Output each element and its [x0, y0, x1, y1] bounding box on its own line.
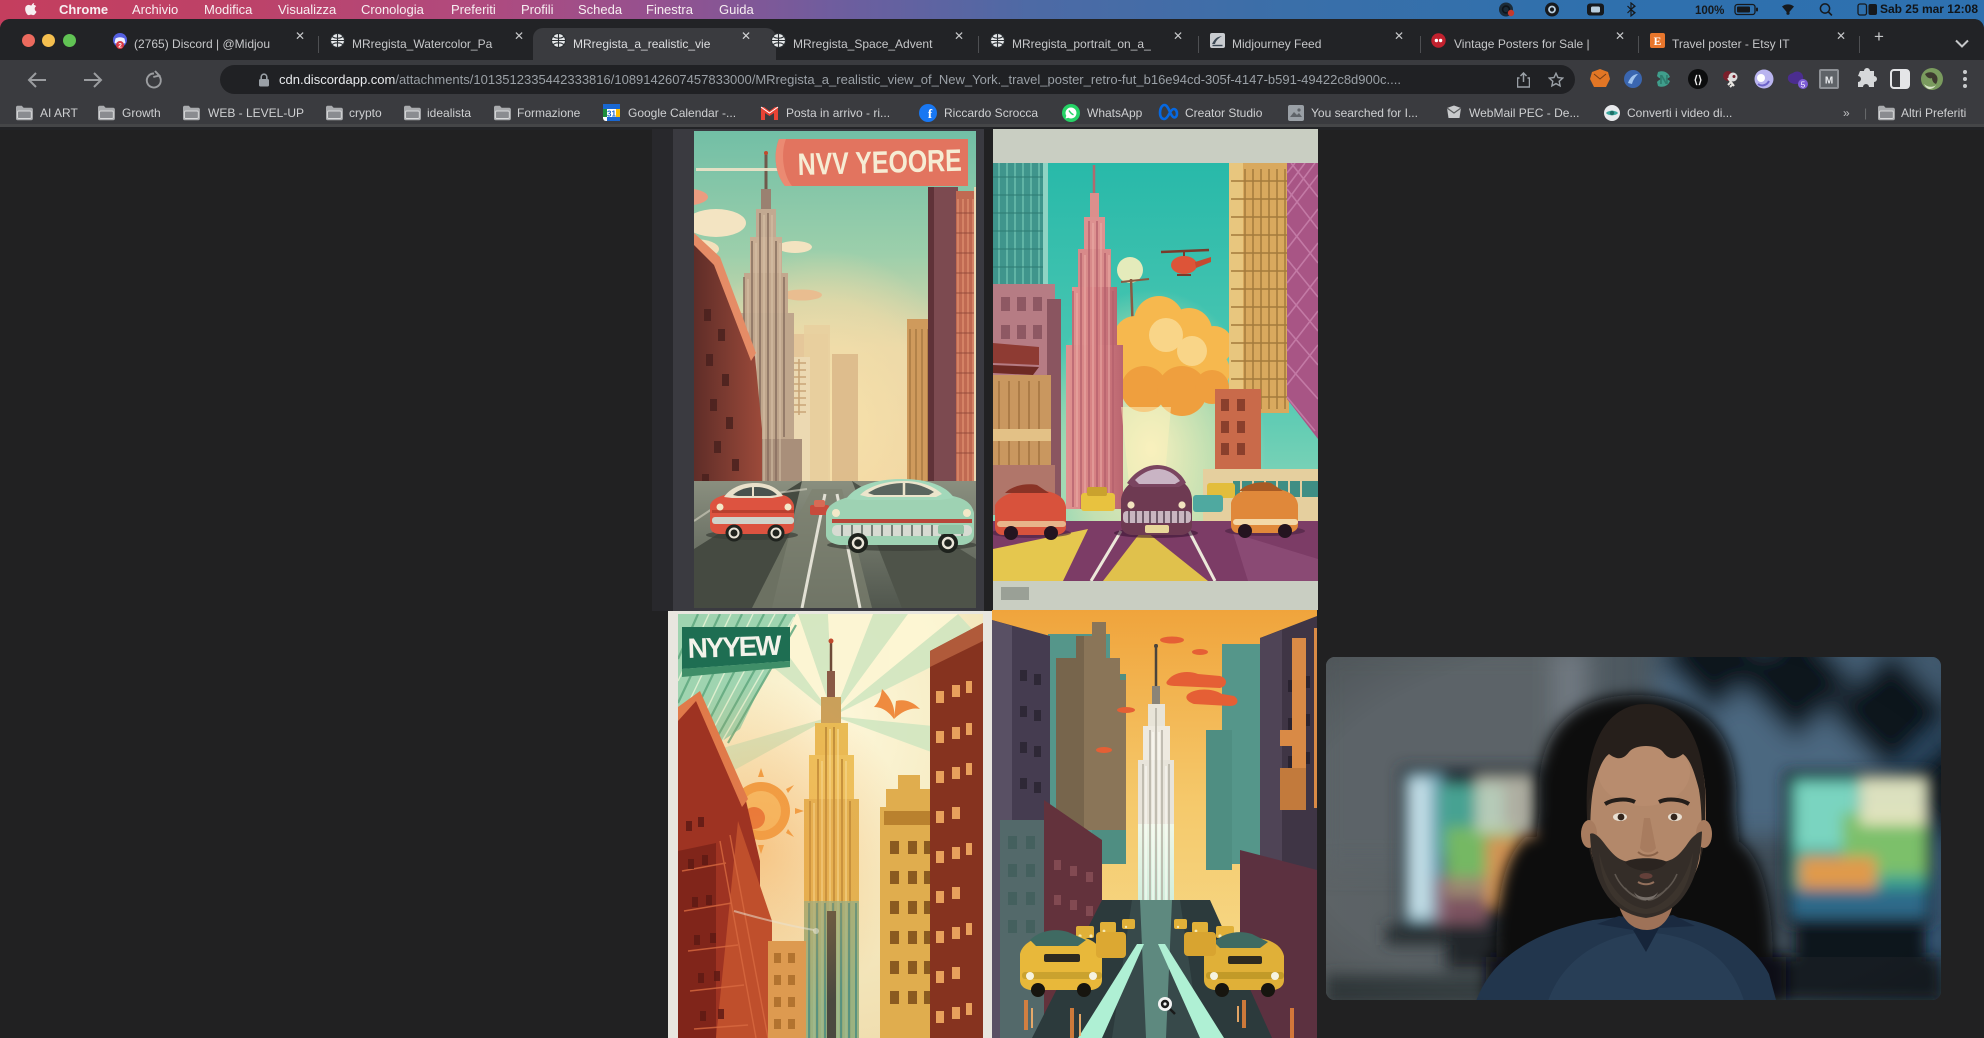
svg-text:100%: 100% — [1695, 5, 1724, 17]
svg-text:2: 2 — [118, 43, 122, 49]
svg-text:E: E — [1654, 36, 1662, 48]
svg-text:31: 31 — [607, 110, 616, 119]
svg-text:M: M — [1825, 76, 1833, 87]
svg-text:NVV YEOORE: NVV YEOORE — [797, 143, 962, 182]
svg-text:⟨⟩: ⟨⟩ — [1694, 75, 1703, 87]
svg-text:NYYEW: NYYEW — [687, 630, 783, 664]
svg-text:N: N — [1659, 72, 1668, 87]
svg-text:f: f — [928, 106, 933, 121]
svg-text:5: 5 — [1801, 81, 1806, 90]
